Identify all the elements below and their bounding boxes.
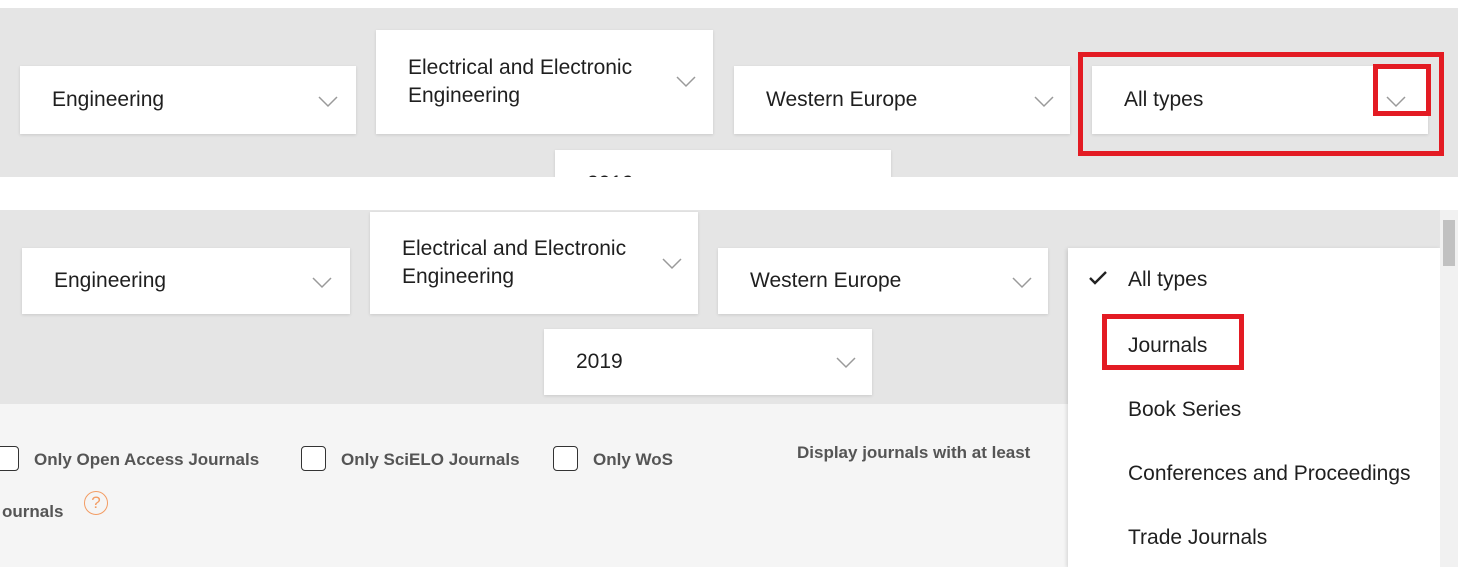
scrollbar-thumb[interactable] <box>1443 220 1455 266</box>
chevron-down-icon <box>676 76 696 88</box>
category-select-value: Electrical and Electronic Engineering <box>408 56 633 107</box>
year-select-value: 2019 <box>587 172 634 177</box>
category-select[interactable]: Electrical and Electronic Engineering <box>376 30 713 134</box>
checkmark-icon <box>1088 270 1108 291</box>
year-select[interactable]: 2019 <box>544 329 872 395</box>
area-select[interactable]: Engineering <box>22 248 350 314</box>
menu-item-trade-journals[interactable]: Trade Journals <box>1128 526 1267 550</box>
top-filter-panel: Engineering Electrical and Electronic En… <box>0 8 1458 177</box>
year-select-value: 2019 <box>576 350 623 373</box>
chevron-down-icon <box>318 96 338 108</box>
menu-item-all-types[interactable]: All types <box>1128 268 1207 292</box>
region-select-value: Western Europe <box>750 269 902 292</box>
wos-checkbox[interactable] <box>553 446 578 471</box>
chevron-down-icon <box>662 258 682 270</box>
region-select[interactable]: Western Europe <box>734 66 1070 134</box>
region-select-value: Western Europe <box>766 88 918 111</box>
menu-item-conferences[interactable]: Conferences and Proceedings <box>1128 462 1411 486</box>
scrollbar[interactable] <box>1440 210 1458 567</box>
chevron-down-icon <box>836 357 856 369</box>
scielo-checkbox[interactable] <box>301 446 326 471</box>
open-access-label: Only Open Access Journals <box>34 450 260 469</box>
bottom-filter-panel: Engineering Electrical and Electronic En… <box>0 210 1458 567</box>
display-min-label: Display journals with at least <box>797 443 1031 462</box>
area-select[interactable]: Engineering <box>20 66 356 134</box>
type-dropdown-menu: All types Journals Book Series Conferenc… <box>1068 248 1440 567</box>
chevron-down-icon <box>1012 277 1032 289</box>
help-symbol: ? <box>91 493 101 512</box>
wos-label-continued: ournals <box>2 502 64 521</box>
open-access-checkbox[interactable] <box>0 446 19 471</box>
year-select[interactable]: 2019 <box>555 150 891 177</box>
journals-highlight <box>1102 314 1244 370</box>
category-select-value: Electrical and Electronic Engineering <box>402 237 627 288</box>
area-select-value: Engineering <box>52 88 165 111</box>
menu-item-book-series[interactable]: Book Series <box>1128 398 1241 422</box>
area-select-value: Engineering <box>54 269 167 292</box>
chevron-down-icon <box>1034 96 1054 108</box>
scielo-label: Only SciELO Journals <box>341 450 520 469</box>
help-icon[interactable]: ? <box>84 491 108 515</box>
category-select[interactable]: Electrical and Electronic Engineering <box>370 212 698 314</box>
type-chevron-highlight <box>1373 64 1431 116</box>
chevron-down-icon <box>312 277 332 289</box>
region-select[interactable]: Western Europe <box>718 248 1048 314</box>
wos-label: Only WoS <box>593 450 673 469</box>
